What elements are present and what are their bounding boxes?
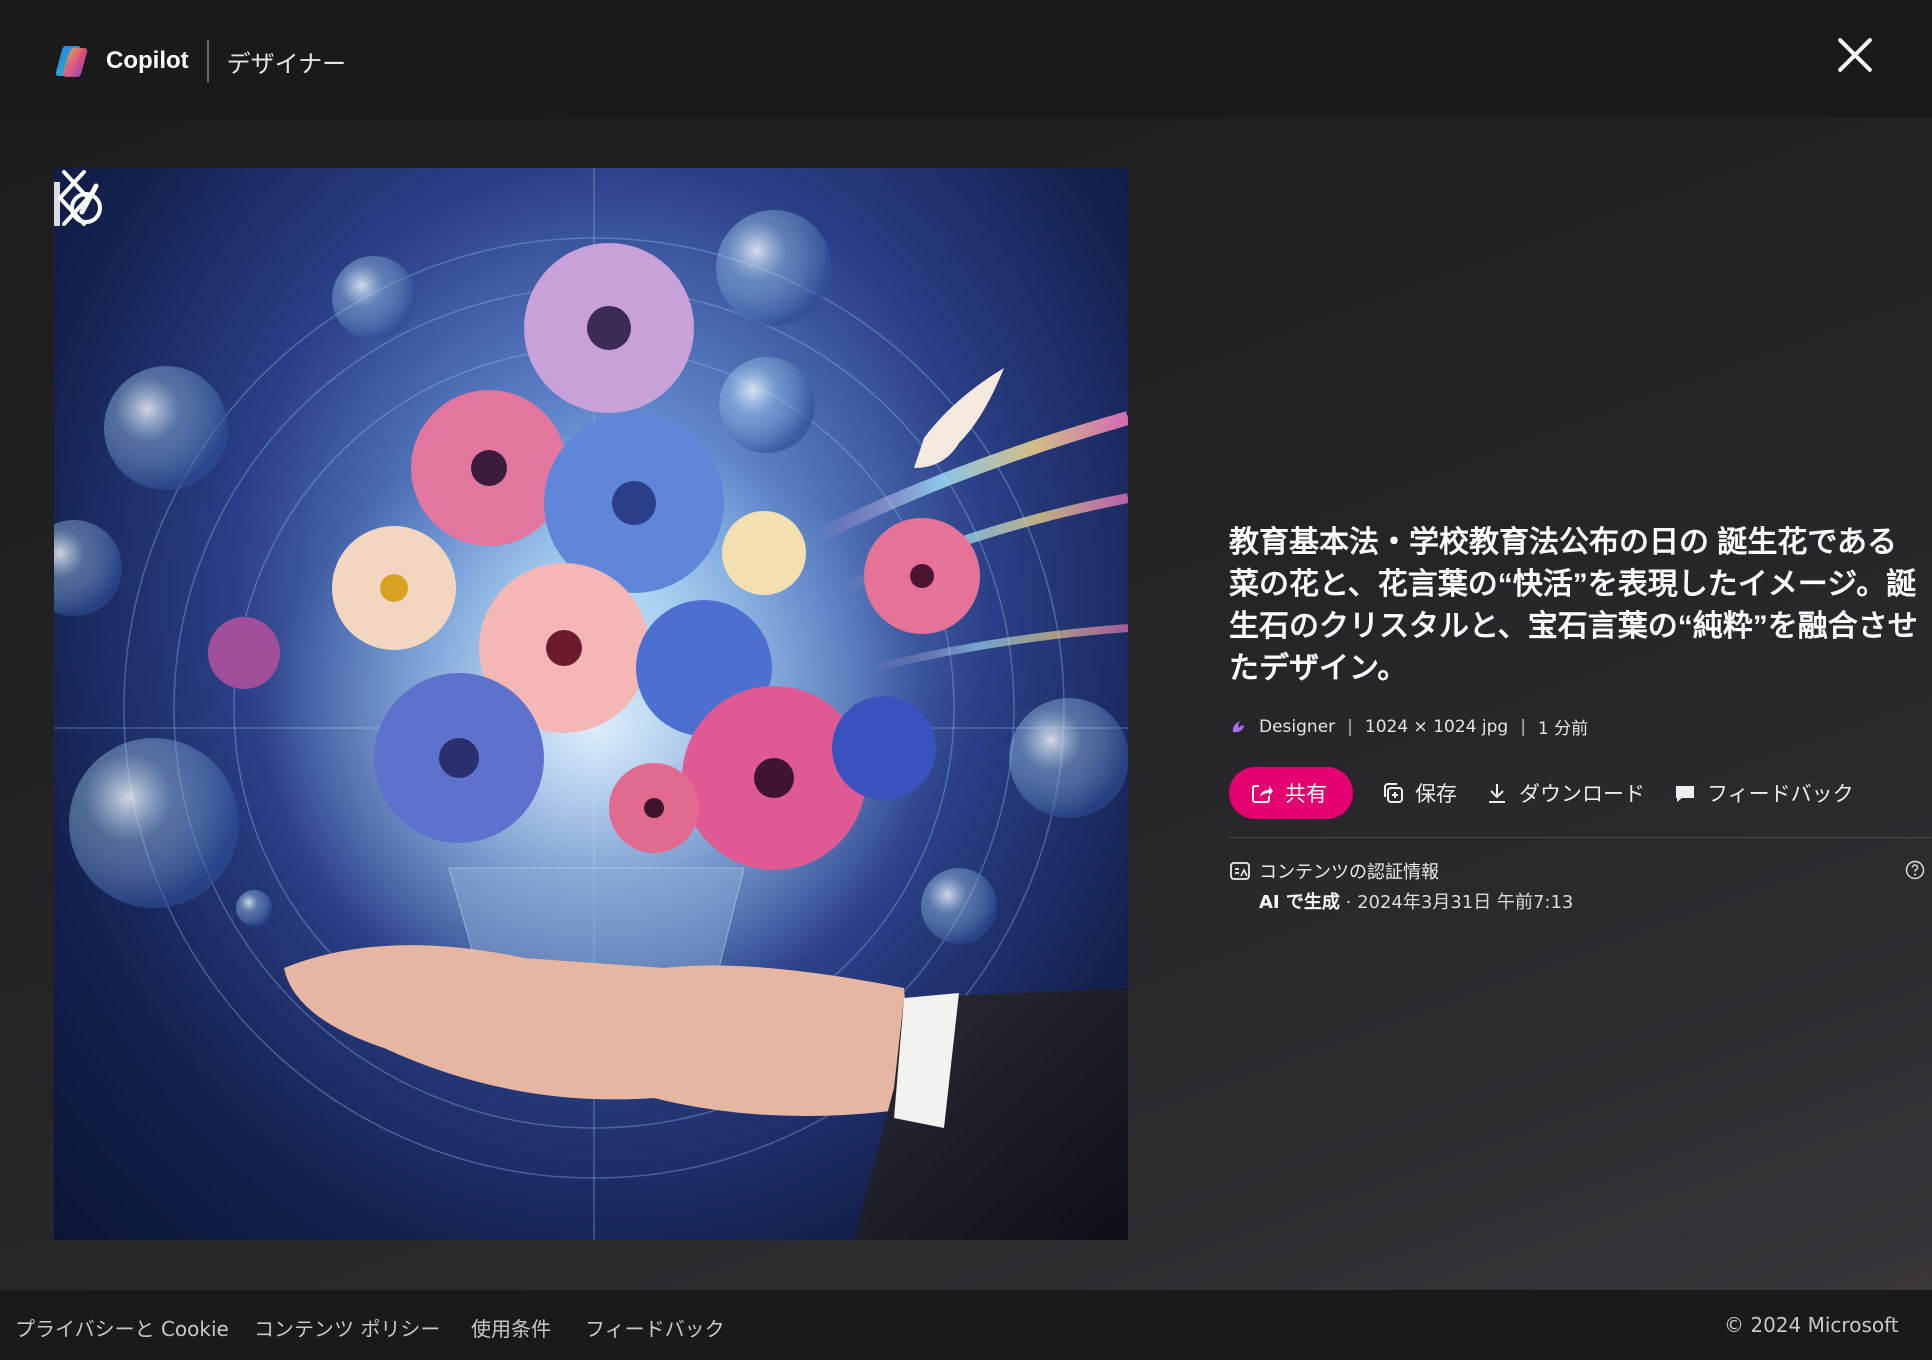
copyright: © 2024 Microsoft: [1724, 1313, 1899, 1337]
viewer-stage: 教育基本法・学校教育法公布の日の 誕生花である菜の花と、花言葉の“快活”を表現し…: [0, 118, 1932, 1290]
ai-generated-label: AI で生成: [1259, 892, 1340, 913]
copilot-logo-icon: [55, 45, 88, 78]
feedback-button[interactable]: フィードバック: [1673, 778, 1854, 808]
feedback-label: フィードバック: [1707, 782, 1854, 806]
credentials-label: コンテンツの認証情報: [1259, 862, 1439, 883]
share-icon: [1252, 785, 1273, 803]
brand[interactable]: Copilot デザイナー: [55, 40, 346, 82]
save-collection-icon: [1384, 783, 1403, 803]
content-credentials: コンテンツの認証情報 AI で生成 · 2024年3月31日 午前7:13: [1229, 858, 1929, 914]
save-label: 保存: [1415, 782, 1457, 806]
action-bar: 共有 保存 ダウンロード フィードバック: [1229, 767, 1929, 819]
brand-name: Copilot: [106, 47, 189, 74]
feedback-icon: [1676, 786, 1694, 802]
content-credentials-icon: [1230, 862, 1250, 880]
designer-icon: [1232, 720, 1244, 732]
section-divider: [1229, 837, 1932, 838]
generated-image[interactable]: [54, 168, 1128, 1240]
image-meta: Designer | 1024 × 1024 jpg | 1 分前: [1229, 714, 1929, 739]
help-icon[interactable]: [1905, 860, 1925, 880]
footer-link-terms[interactable]: 使用条件: [471, 1313, 551, 1342]
created-time: 1 分前: [1537, 719, 1589, 739]
generated-date: · 2024年3月31日 午前7:13: [1339, 892, 1574, 913]
share-button[interactable]: 共有: [1229, 767, 1353, 819]
download-icon: [1489, 784, 1505, 803]
credentials-detail: AI で生成 · 2024年3月31日 午前7:13: [1259, 888, 1929, 914]
download-button[interactable]: ダウンロード: [1485, 778, 1645, 808]
meta-divider: |: [1520, 716, 1526, 737]
footer-link-feedback[interactable]: フィードバック: [585, 1313, 725, 1342]
designer-watermark-icon: [54, 182, 102, 226]
image-illustration: [54, 168, 1128, 1240]
close-button[interactable]: [1836, 36, 1874, 74]
brand-divider: [206, 40, 209, 82]
footer-link-privacy[interactable]: プライバシーと Cookie: [15, 1313, 229, 1342]
meta-divider: |: [1347, 716, 1353, 737]
save-button[interactable]: 保存: [1381, 778, 1457, 808]
source-label: Designer: [1259, 716, 1336, 737]
product-name: デザイナー: [226, 49, 347, 78]
share-label: 共有: [1285, 782, 1327, 806]
footer: プライバシーと Cookie コンテンツ ポリシー 使用条件 フィードバック ©…: [0, 1290, 1932, 1360]
image-title: 教育基本法・学校教育法公布の日の 誕生花である菜の花と、花言葉の“快活”を表現し…: [1229, 526, 1918, 685]
footer-link-content-policy[interactable]: コンテンツ ポリシー: [254, 1313, 440, 1342]
download-label: ダウンロード: [1519, 782, 1645, 806]
image-dimensions: 1024 × 1024 jpg: [1364, 716, 1509, 737]
top-bar: Copilot デザイナー: [0, 0, 1932, 118]
image-details-panel: 教育基本法・学校教育法公布の日の 誕生花である菜の花と、花言葉の“快活”を表現し…: [1229, 522, 1932, 914]
